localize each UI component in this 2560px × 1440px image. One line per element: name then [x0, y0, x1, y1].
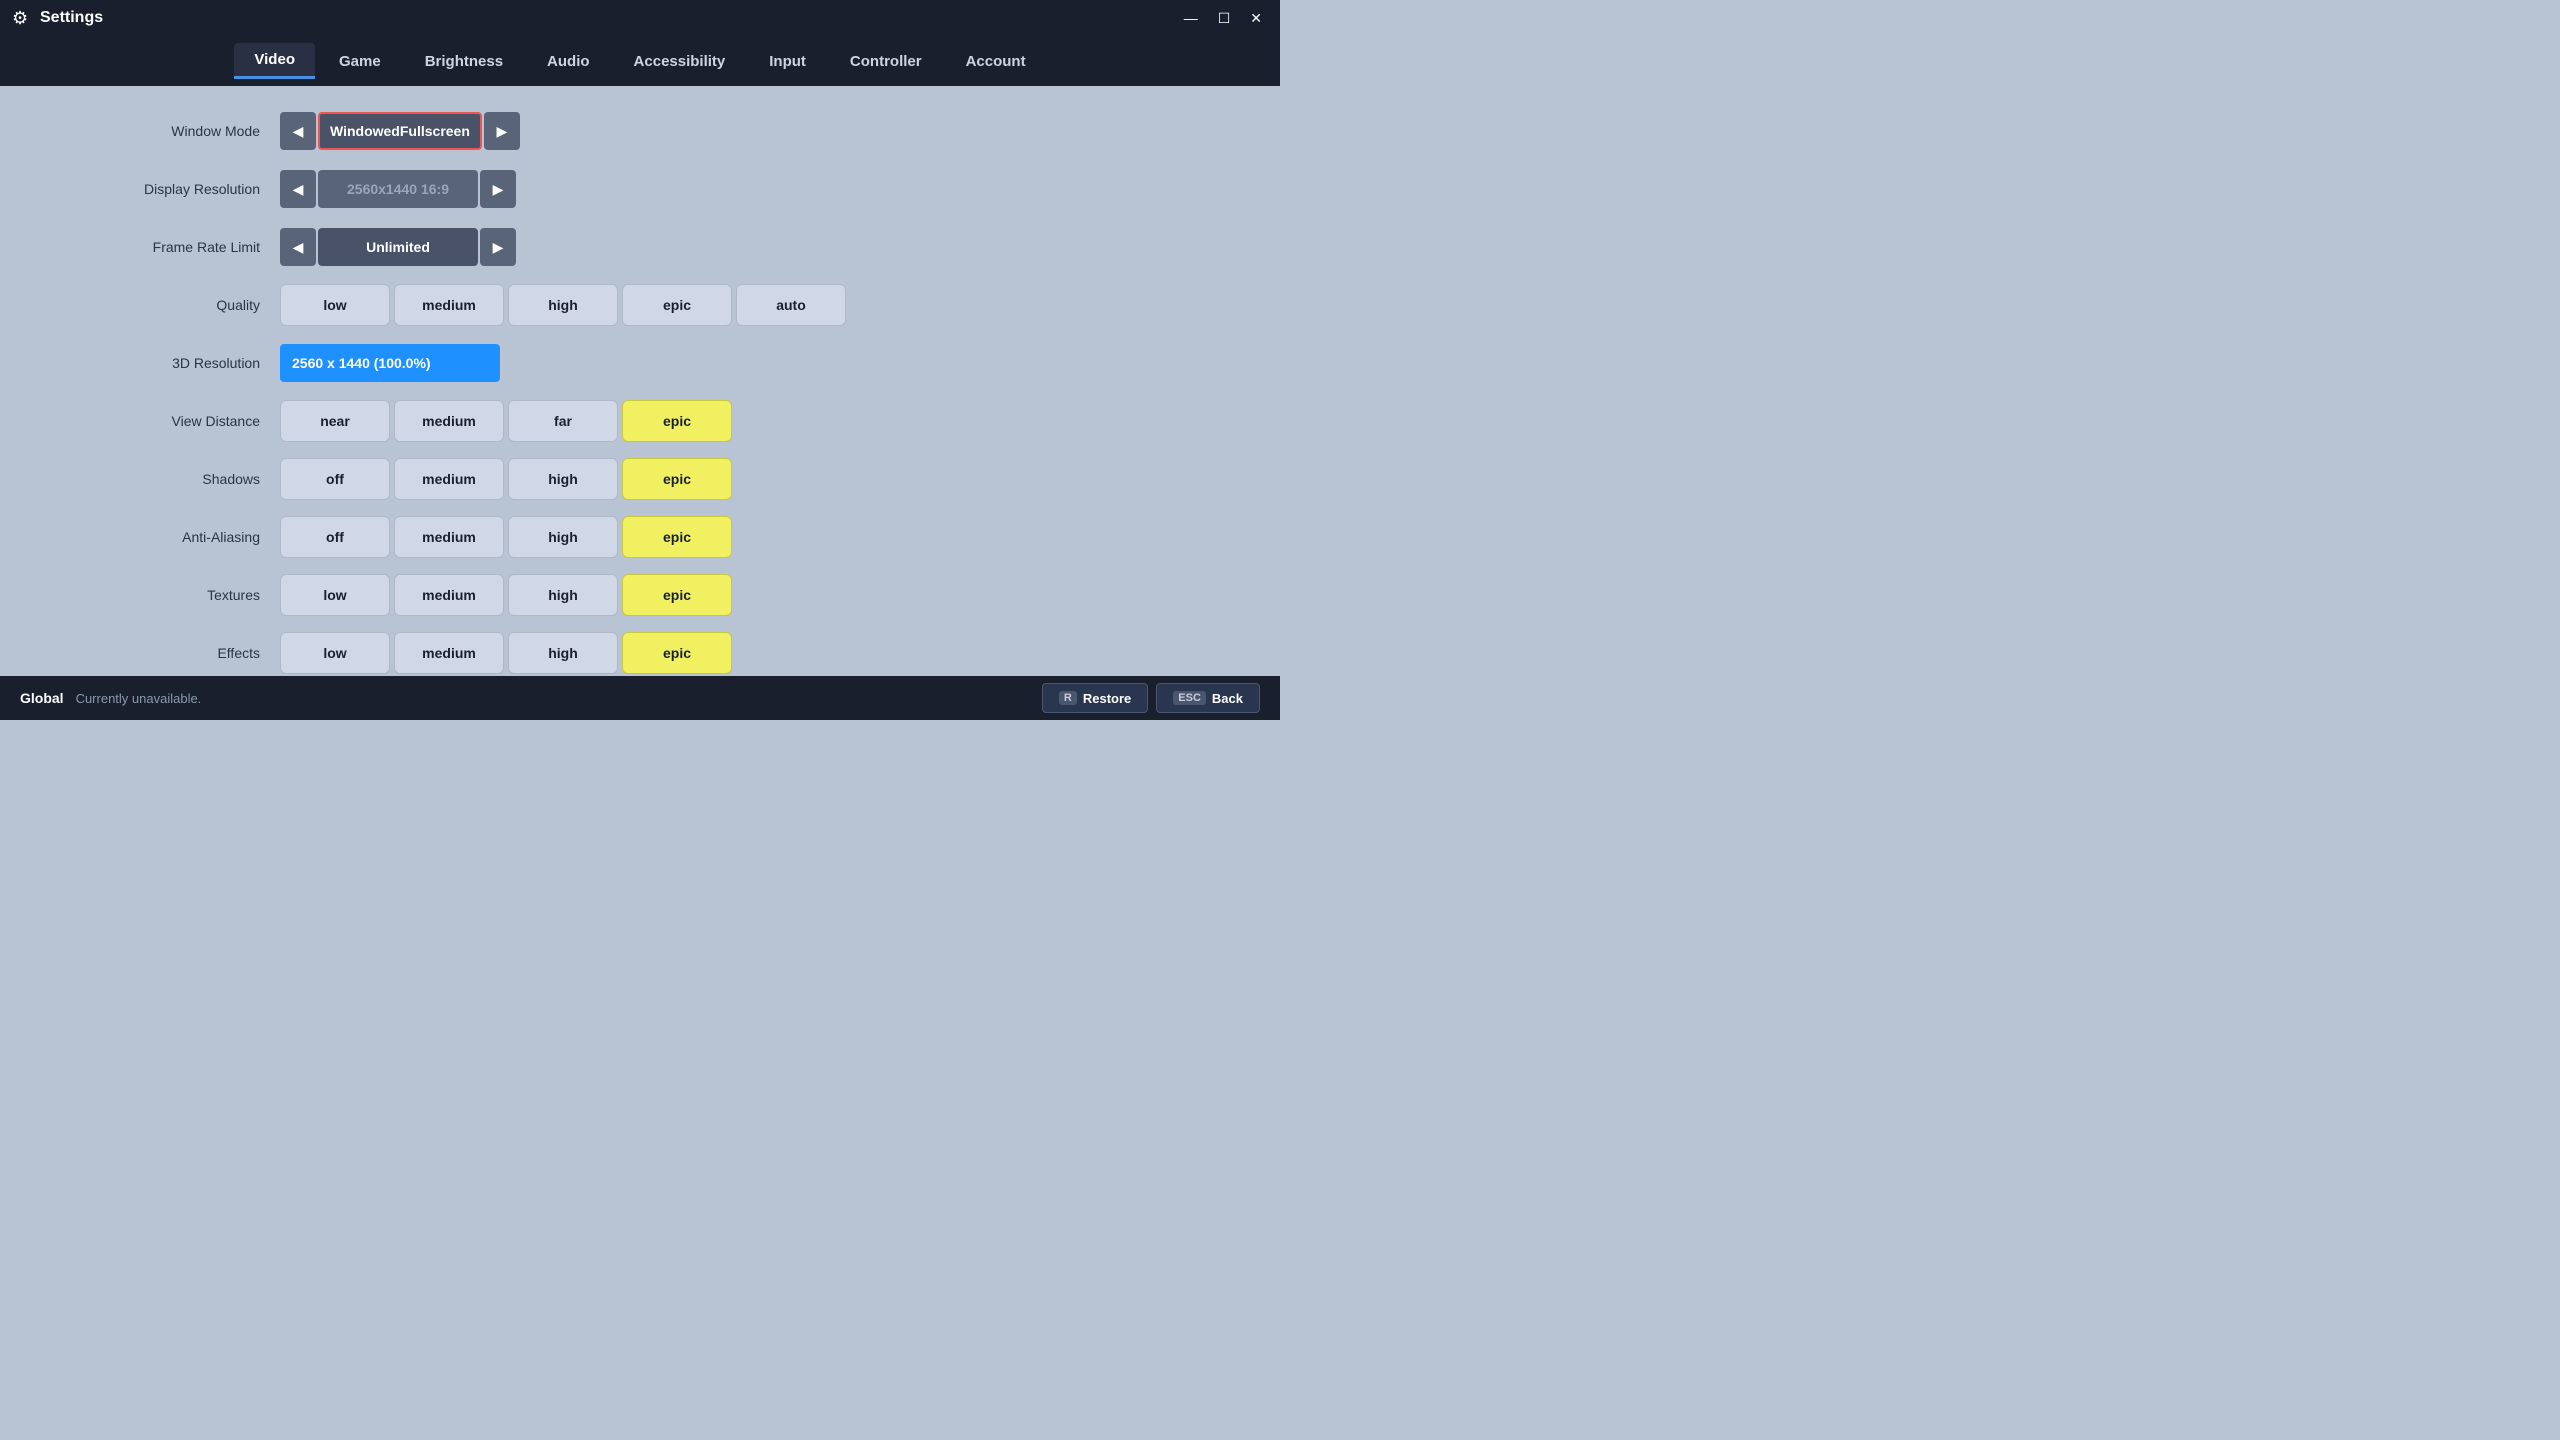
anti-aliasing-buttons-medium-button[interactable]: medium	[394, 516, 504, 558]
quality-buttons-low-button[interactable]: low	[280, 284, 390, 326]
view-distance-label: View Distance	[80, 413, 280, 429]
quality-buttons-high-button[interactable]: high	[508, 284, 618, 326]
frame-rate-row: Frame Rate Limit ◀ Unlimited ▶	[80, 222, 1200, 272]
effects-buttons: lowmediumhighepic	[280, 632, 732, 674]
nav-item-brightness[interactable]: Brightness	[405, 45, 523, 78]
window-mode-next-button[interactable]: ▶	[484, 112, 520, 150]
shadows-buttons-off-button[interactable]: off	[280, 458, 390, 500]
nav-item-controller[interactable]: Controller	[830, 45, 942, 78]
window-mode-prev-button[interactable]: ◀	[280, 112, 316, 150]
title-bar-controls: — ☐ ✕	[1178, 8, 1268, 29]
quality-buttons: lowmediumhighepicauto	[280, 284, 846, 326]
maximize-button[interactable]: ☐	[1212, 8, 1237, 29]
shadows-buttons: offmediumhighepic	[280, 458, 732, 500]
main-content: Window Mode ◀ WindowedFullscreen ▶ Displ…	[0, 86, 1280, 676]
view-distance-row: View Distance nearmediumfarepic	[80, 396, 1200, 446]
effects-buttons-low-button[interactable]: low	[280, 632, 390, 674]
window-mode-value: WindowedFullscreen	[318, 112, 482, 150]
nav-item-accessibility[interactable]: Accessibility	[614, 45, 746, 78]
nav-item-video[interactable]: Video	[234, 43, 315, 79]
back-key: ESC	[1173, 691, 1206, 705]
display-resolution-next-button[interactable]: ▶	[480, 170, 516, 208]
nav-item-input[interactable]: Input	[749, 45, 826, 78]
shadows-buttons-high-button[interactable]: high	[508, 458, 618, 500]
shadows-label: Shadows	[80, 471, 280, 487]
global-label: Global	[20, 690, 64, 706]
shadows-row: Shadows offmediumhighepic	[80, 454, 1200, 504]
shadows-buttons-epic-button[interactable]: epic	[622, 458, 732, 500]
restore-label: Restore	[1083, 691, 1131, 706]
textures-buttons-low-button[interactable]: low	[280, 574, 390, 616]
3d-resolution-value: 2560 x 1440 (100.0%)	[280, 344, 500, 382]
close-button[interactable]: ✕	[1244, 8, 1268, 29]
quality-label: Quality	[80, 297, 280, 313]
view-distance-buttons-near-button[interactable]: near	[280, 400, 390, 442]
settings-gear-icon: ⚙	[12, 8, 32, 28]
shadows-buttons-medium-button[interactable]: medium	[394, 458, 504, 500]
view-distance-buttons-medium-button[interactable]: medium	[394, 400, 504, 442]
frame-rate-control: ◀ Unlimited ▶	[280, 228, 516, 266]
3d-resolution-label: 3D Resolution	[80, 355, 280, 371]
display-resolution-row: Display Resolution ◀ 2560x1440 16:9 ▶	[80, 164, 1200, 214]
nav-item-account[interactable]: Account	[946, 45, 1046, 78]
bottom-left: Global Currently unavailable.	[20, 690, 201, 706]
quality-buttons-auto-button[interactable]: auto	[736, 284, 846, 326]
display-resolution-value: 2560x1440 16:9	[318, 170, 478, 208]
frame-rate-value: Unlimited	[318, 228, 478, 266]
textures-buttons: lowmediumhighepic	[280, 574, 732, 616]
3d-resolution-row: 3D Resolution 2560 x 1440 (100.0%)	[80, 338, 1200, 388]
minimize-button[interactable]: —	[1178, 8, 1204, 28]
textures-buttons-epic-button[interactable]: epic	[622, 574, 732, 616]
view-distance-buttons: nearmediumfarepic	[280, 400, 732, 442]
nav-item-game[interactable]: Game	[319, 45, 401, 78]
quality-buttons-epic-button[interactable]: epic	[622, 284, 732, 326]
restore-key: R	[1059, 691, 1077, 705]
anti-aliasing-buttons-off-button[interactable]: off	[280, 516, 390, 558]
effects-buttons-high-button[interactable]: high	[508, 632, 618, 674]
anti-aliasing-buttons-high-button[interactable]: high	[508, 516, 618, 558]
back-button[interactable]: ESC Back	[1156, 683, 1260, 713]
bottom-right: R Restore ESC Back	[1042, 683, 1260, 713]
restore-button[interactable]: R Restore	[1042, 683, 1148, 713]
title-bar: ⚙ Settings — ☐ ✕	[0, 0, 1280, 36]
title-bar-title: Settings	[40, 9, 103, 27]
display-resolution-control: ◀ 2560x1440 16:9 ▶	[280, 170, 516, 208]
title-bar-left: ⚙ Settings	[12, 8, 103, 28]
quality-buttons-medium-button[interactable]: medium	[394, 284, 504, 326]
textures-label: Textures	[80, 587, 280, 603]
window-mode-row: Window Mode ◀ WindowedFullscreen ▶	[80, 106, 1200, 156]
bottom-bar: Global Currently unavailable. R Restore …	[0, 676, 1280, 720]
back-label: Back	[1212, 691, 1243, 706]
view-distance-buttons-epic-button[interactable]: epic	[622, 400, 732, 442]
nav-item-audio[interactable]: Audio	[527, 45, 610, 78]
textures-row: Textures lowmediumhighepic	[80, 570, 1200, 620]
anti-aliasing-buttons-epic-button[interactable]: epic	[622, 516, 732, 558]
frame-rate-next-button[interactable]: ▶	[480, 228, 516, 266]
anti-aliasing-buttons: offmediumhighepic	[280, 516, 732, 558]
view-distance-buttons-far-button[interactable]: far	[508, 400, 618, 442]
window-mode-control: ◀ WindowedFullscreen ▶	[280, 112, 520, 150]
window-mode-label: Window Mode	[80, 123, 280, 139]
effects-row: Effects lowmediumhighepic	[80, 628, 1200, 676]
display-resolution-prev-button[interactable]: ◀	[280, 170, 316, 208]
effects-label: Effects	[80, 645, 280, 661]
nav-bar: VideoGameBrightnessAudioAccessibilityInp…	[0, 36, 1280, 86]
display-resolution-label: Display Resolution	[80, 181, 280, 197]
anti-aliasing-row: Anti-Aliasing offmediumhighepic	[80, 512, 1200, 562]
frame-rate-prev-button[interactable]: ◀	[280, 228, 316, 266]
effects-buttons-medium-button[interactable]: medium	[394, 632, 504, 674]
quality-row: Quality lowmediumhighepicauto	[80, 280, 1200, 330]
textures-buttons-high-button[interactable]: high	[508, 574, 618, 616]
effects-buttons-epic-button[interactable]: epic	[622, 632, 732, 674]
textures-buttons-medium-button[interactable]: medium	[394, 574, 504, 616]
frame-rate-label: Frame Rate Limit	[80, 239, 280, 255]
anti-aliasing-label: Anti-Aliasing	[80, 529, 280, 545]
status-text: Currently unavailable.	[76, 691, 202, 706]
